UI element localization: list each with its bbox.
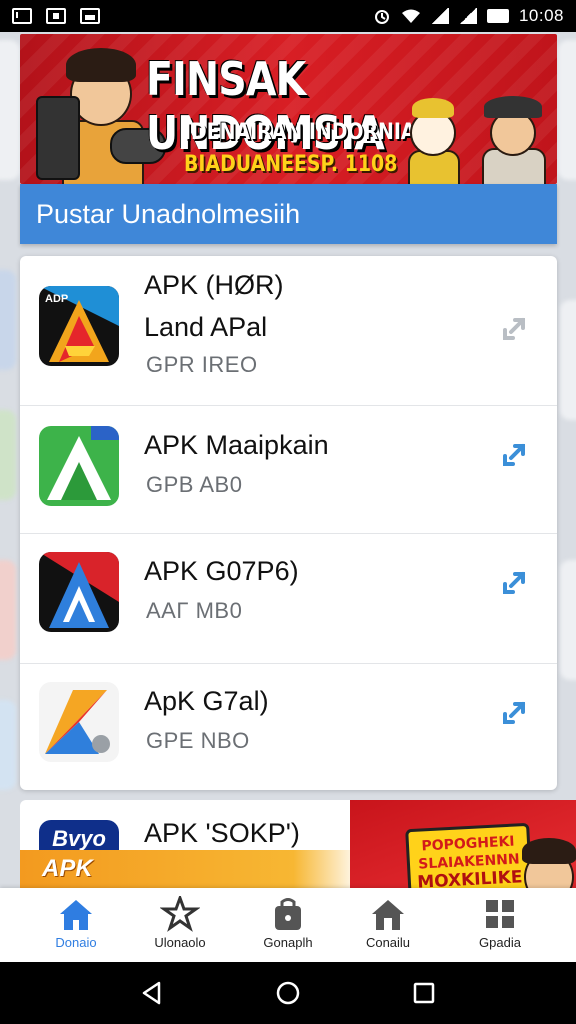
- promo-strip-text: APK: [42, 855, 93, 882]
- system-status: 10:08: [373, 6, 564, 26]
- link-icon[interactable]: [497, 696, 531, 730]
- mail-icon: [12, 8, 32, 24]
- background-card: [0, 40, 20, 180]
- app-list: ADP APK (HØR) Land APal GPR IREO APK Maa…: [20, 256, 557, 790]
- promo-banner[interactable]: FINSAK UNDOMSIA IDENAIRAN INDORNIAE BIAD…: [20, 34, 557, 184]
- app-meta: GPB AB0: [146, 472, 243, 497]
- signal-icon: [430, 8, 449, 24]
- home-button-icon[interactable]: [275, 980, 301, 1006]
- background-card: [0, 410, 16, 500]
- background-card: [0, 560, 16, 660]
- app-subtitle: Land APal: [144, 312, 268, 342]
- notification-icon: [46, 8, 66, 24]
- clock: 10:08: [518, 6, 564, 25]
- star-icon: [160, 896, 200, 932]
- notification-icons: [12, 8, 100, 24]
- app-meta: AAΓ MB0: [146, 598, 243, 623]
- app-icon-play: [39, 682, 119, 762]
- mascot-guard: [472, 90, 556, 184]
- image-icon: [80, 8, 100, 24]
- recents-icon[interactable]: [411, 980, 437, 1006]
- system-navigation-bar: [0, 962, 576, 1024]
- mascot-left: [36, 40, 166, 184]
- nav-item-star[interactable]: Ulonaolo: [128, 896, 232, 950]
- app-icon-text: Bvyo: [52, 826, 106, 851]
- banner-subtitle: IDENAIRAN INDORNIAE: [184, 120, 429, 145]
- link-icon[interactable]: [497, 566, 531, 600]
- svg-text:ADP: ADP: [45, 293, 68, 305]
- nav-label: Conailu: [365, 935, 411, 950]
- background-card: [558, 40, 576, 180]
- background-card: [0, 270, 16, 370]
- section-header: Pustar Unadnolmesiih: [20, 184, 557, 244]
- link-icon[interactable]: [497, 312, 531, 346]
- nav-item-bag[interactable]: Gonaplh: [236, 896, 340, 950]
- app-icon-a-green: [39, 426, 119, 506]
- nav-label: Gpadia: [479, 935, 521, 950]
- list-item[interactable]: ApK G7al) GPE NBO: [20, 664, 557, 790]
- battery-icon: [486, 9, 509, 23]
- nav-label: Ulonaolo: [154, 935, 206, 950]
- wifi-icon: [401, 9, 420, 23]
- bag-icon: [268, 896, 308, 932]
- app-meta: GPR IREO: [146, 352, 258, 377]
- promo-strip[interactable]: APK: [20, 850, 362, 888]
- app-title: APK 'SOKP'): [144, 818, 300, 848]
- grid-icon: [480, 896, 520, 932]
- nav-item-grid[interactable]: Gpadia: [448, 896, 552, 950]
- list-item[interactable]: APK G07P6) AAΓ MB0: [20, 534, 557, 664]
- app-icon-a-dark: ADP: [39, 286, 119, 366]
- status-bar: 10:08: [0, 0, 576, 32]
- mascot-kid: [398, 94, 468, 184]
- house-icon: [368, 896, 408, 932]
- app-title: APK (HØR): [144, 270, 284, 300]
- list-item[interactable]: APK Maaipkain GPB AB0: [20, 406, 557, 534]
- list-item[interactable]: ADP APK (HØR) Land APal GPR IREO: [20, 256, 557, 406]
- back-icon[interactable]: [139, 980, 165, 1006]
- section-title: Pustar Unadnolmesiih: [36, 198, 301, 229]
- app-title: APK Maaipkain: [144, 430, 329, 460]
- app-icon-a-blue: [39, 552, 119, 632]
- alarm-icon: [374, 10, 389, 24]
- signal-icon-2: [458, 8, 477, 24]
- nav-item-home[interactable]: Donaio: [24, 896, 128, 950]
- home-icon: [56, 896, 96, 932]
- background-card: [0, 700, 16, 790]
- background-card: [560, 300, 576, 420]
- app-title: APK G07P6): [144, 556, 299, 586]
- bottom-navigation: Donaio Ulonaolo Gonaplh Conailu Gpadia: [0, 888, 576, 962]
- nav-item-house[interactable]: Conailu: [336, 896, 440, 950]
- background-card: [560, 560, 576, 680]
- nav-label: Gonaplh: [263, 935, 313, 950]
- link-icon[interactable]: [497, 438, 531, 472]
- banner-subtitle-highlight: BIADUANEESP. 1108: [184, 152, 398, 177]
- nav-label: Donaio: [55, 935, 97, 950]
- app-title: ApK G7al): [144, 686, 269, 716]
- app-meta: GPE NBO: [146, 728, 250, 753]
